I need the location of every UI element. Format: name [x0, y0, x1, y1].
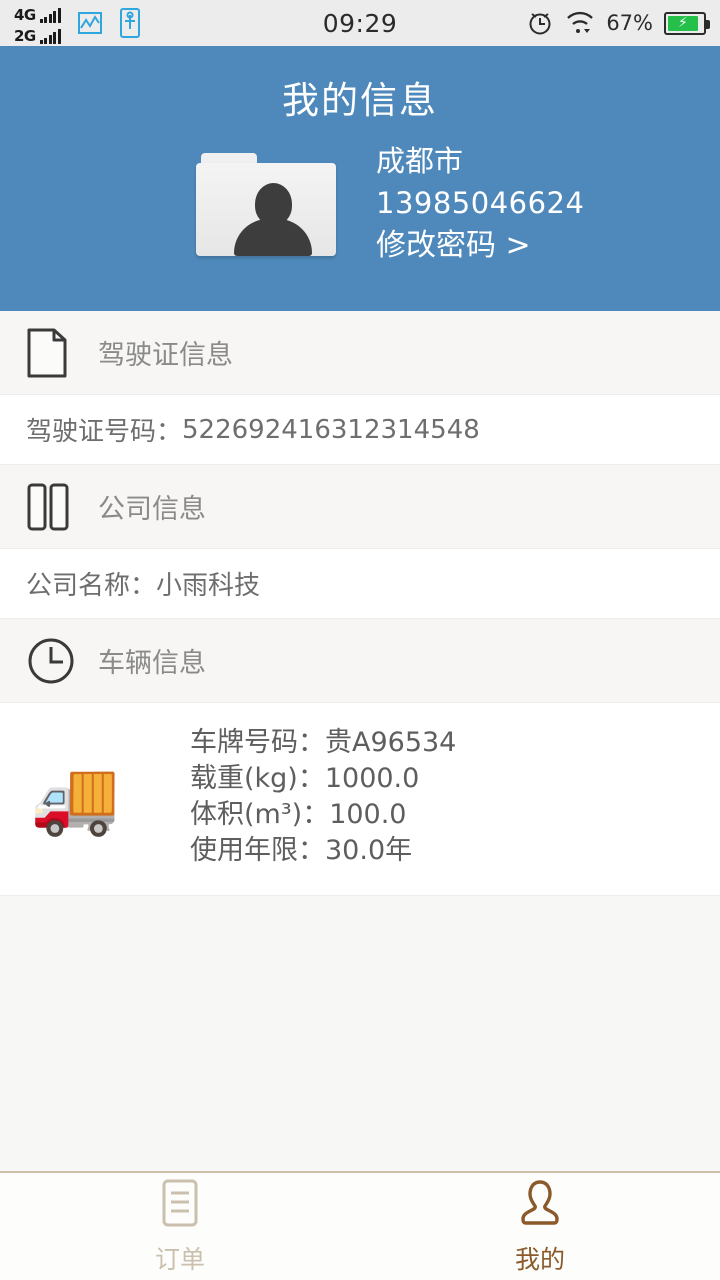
app-screen: 4G 2G 09:29 67% ⚡ 我的信息 成都市 13985046624 修… — [0, 0, 720, 1280]
section-title: 车辆信息 — [98, 648, 206, 679]
alarm-clock-icon — [526, 9, 554, 37]
person-icon — [516, 1178, 564, 1234]
tab-label: 订单 — [154, 1244, 205, 1274]
row-label: 驾驶证号码： — [26, 417, 183, 447]
document-icon — [26, 327, 78, 379]
row-driving-license-number: 驾驶证号码： 522692416312314548 — [0, 395, 720, 465]
profile-city: 成都市 — [376, 144, 464, 178]
profile-header: 我的信息 成都市 13985046624 修改密码 > — [0, 46, 720, 311]
section-header-driving-license: 驾驶证信息 — [0, 311, 720, 395]
profile-phone: 13985046624 — [376, 186, 585, 220]
section-title: 公司信息 — [98, 494, 206, 525]
change-password-link[interactable]: 修改密码 > — [376, 224, 584, 268]
profile-block: 成都市 13985046624 修改密码 > — [0, 124, 720, 268]
vehicle-service-life: 使用年限：30.0年 — [190, 835, 413, 866]
vehicle-plate: 车牌号码：贵A96534 — [190, 727, 457, 758]
avatar[interactable] — [196, 152, 336, 256]
truck-icon: 🚚 — [30, 755, 120, 839]
section-header-vehicle: 车辆信息 — [0, 619, 720, 703]
row-label: 公司名称： — [26, 571, 157, 601]
tab-label: 我的 — [514, 1244, 565, 1274]
battery-percent-label: 67% — [606, 11, 653, 35]
vehicle-volume: 体积(m³)：100.0 — [190, 799, 407, 830]
wifi-icon — [565, 10, 595, 36]
order-list-icon — [158, 1178, 202, 1234]
vehicle-load: 载重(kg)：1000.0 — [190, 763, 420, 794]
page-title: 我的信息 — [282, 79, 438, 122]
section-header-company: 公司信息 — [0, 465, 720, 549]
status-bar-right: 67% ⚡ — [526, 9, 710, 37]
battery-charging-icon: ⚡ — [664, 11, 710, 35]
row-value: 小雨科技 — [156, 571, 261, 601]
tab-mine[interactable]: 我的 — [360, 1173, 720, 1280]
status-bar: 4G 2G 09:29 67% ⚡ — [0, 0, 720, 46]
row-vehicle-details: 🚚 车牌号码：贵A96534 载重(kg)：1000.0 体积(m³)：100.… — [0, 703, 720, 896]
row-value: 522692416312314548 — [182, 414, 480, 445]
tab-orders[interactable]: 订单 — [0, 1173, 360, 1280]
company-icon — [26, 481, 78, 533]
row-company-name: 公司名称： 小雨科技 — [0, 549, 720, 619]
vehicle-detail-lines: 车牌号码：贵A96534 载重(kg)：1000.0 体积(m³)：100.0 … — [190, 725, 456, 869]
section-title: 驾驶证信息 — [98, 340, 233, 371]
profile-info: 成都市 13985046624 修改密码 > — [376, 140, 584, 268]
clock-icon — [26, 636, 78, 686]
bottom-tab-bar: 订单 我的 — [0, 1171, 720, 1280]
